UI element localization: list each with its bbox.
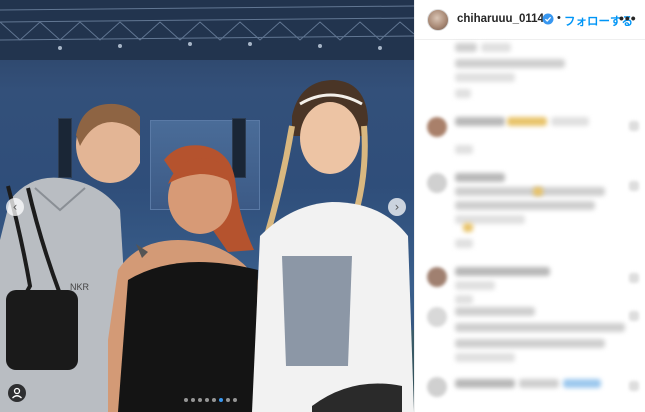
blurred-comment-text (455, 379, 515, 388)
blurred-comment-text (463, 223, 473, 232)
svg-text:NKR: NKR (70, 282, 90, 292)
blurred-comment-text (455, 267, 550, 276)
blurred-comment-text (455, 339, 605, 348)
post-photo[interactable]: NKR ‹ › (0, 0, 414, 412)
blurred-comment-text (455, 59, 565, 68)
blurred-comment-text (507, 117, 547, 126)
blurred-comment-text (551, 117, 589, 126)
carousel-prev-button[interactable]: ‹ (6, 198, 24, 216)
like-heart-icon[interactable] (629, 381, 639, 391)
blurred-comment-text (533, 187, 543, 196)
blurred-comment-text (455, 307, 535, 316)
blurred-comment-text (455, 43, 477, 52)
carousel-indicator (170, 398, 250, 404)
blurred-comment-text (455, 201, 595, 210)
user-tag-icon[interactable] (8, 384, 26, 402)
person-icon (12, 387, 22, 399)
blurred-comment-meta (455, 295, 473, 304)
blurred-comment-text (481, 43, 511, 52)
verified-badge-icon (542, 13, 554, 25)
carousel-dot (190, 398, 195, 402)
post-side-panel: chiharuuu_0114 • フォローする ••• (414, 0, 645, 412)
carousel-dot-active (218, 398, 223, 402)
carousel-dot (197, 398, 202, 402)
like-heart-icon[interactable] (629, 181, 639, 191)
carousel-dot (204, 398, 209, 402)
more-options-icon[interactable]: ••• (619, 10, 637, 26)
blurred-comment-text (455, 73, 515, 82)
blurred-comment-meta (455, 239, 473, 248)
carousel-dot (183, 398, 188, 402)
blurred-avatar (427, 267, 447, 287)
username-link[interactable]: chiharuuu_0114 (457, 13, 544, 25)
carousel-next-button[interactable]: › (388, 198, 406, 216)
blurred-comment-text (519, 379, 559, 388)
blurred-comment-text (563, 379, 601, 388)
like-heart-icon[interactable] (629, 273, 639, 283)
blurred-avatar (427, 307, 447, 327)
avatar[interactable] (427, 9, 449, 31)
comments-list (415, 41, 645, 412)
blurred-comment-text (455, 281, 495, 290)
blurred-comment-text (455, 173, 505, 182)
blurred-comment-text (455, 187, 605, 196)
blurred-avatar (427, 377, 447, 397)
stage-truss (0, 0, 414, 60)
carousel-dot (232, 398, 237, 402)
post-header: chiharuuu_0114 • フォローする ••• (415, 0, 645, 40)
blurred-avatar (427, 173, 447, 193)
blurred-comment-meta (455, 89, 471, 98)
separator-dot: • (557, 12, 561, 24)
blurred-comment-meta (455, 145, 473, 154)
like-heart-icon[interactable] (629, 121, 639, 131)
blurred-comment-text (455, 353, 515, 362)
carousel-dot (225, 398, 230, 402)
blurred-avatar (427, 117, 447, 137)
carousel-dot (211, 398, 216, 402)
blurred-comment-text (455, 323, 625, 332)
person-right (252, 80, 414, 412)
like-heart-icon[interactable] (629, 311, 639, 321)
blurred-comment-text (455, 117, 505, 126)
person-middle (108, 145, 264, 412)
